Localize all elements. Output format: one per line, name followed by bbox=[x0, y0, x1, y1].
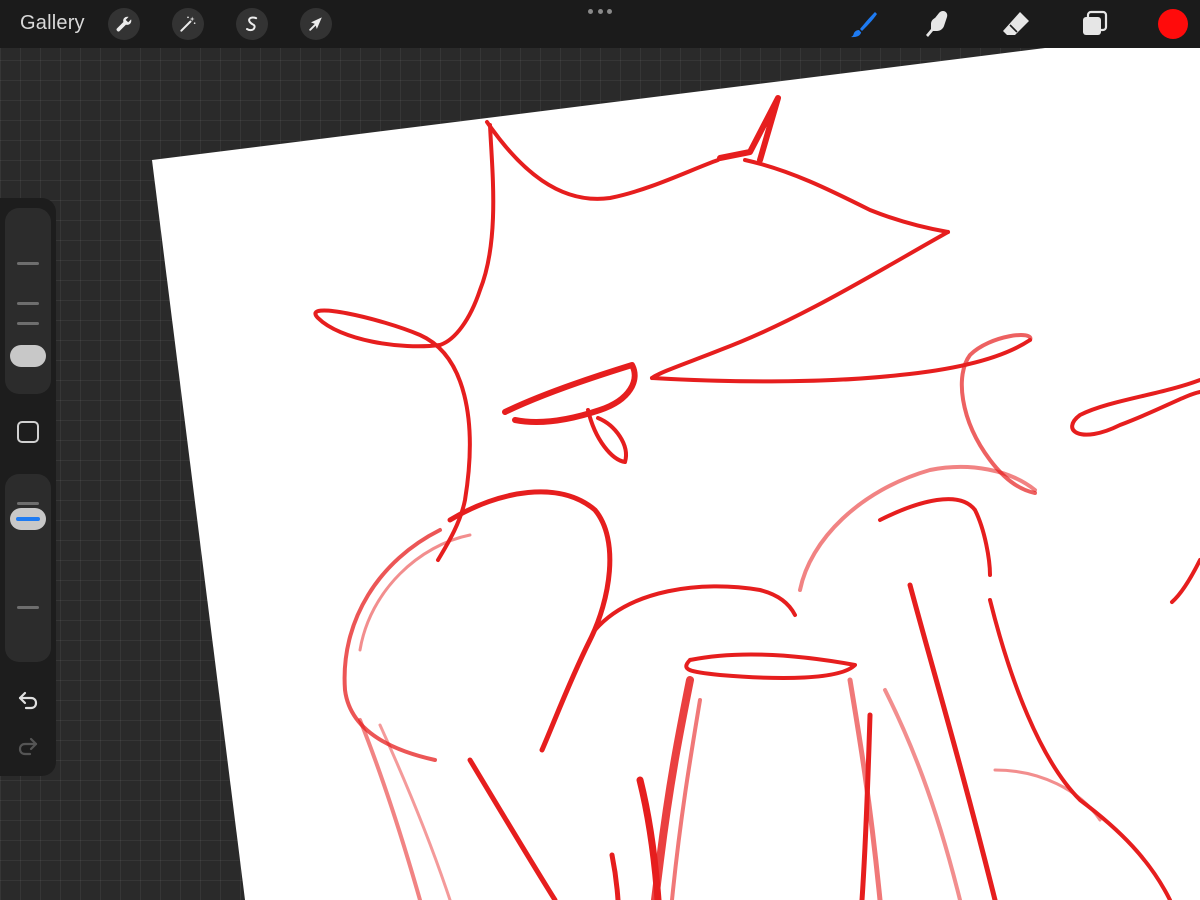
slider-tick bbox=[17, 606, 39, 609]
more-options-handle[interactable] bbox=[588, 9, 612, 15]
layers-icon bbox=[1083, 10, 1108, 35]
arrow-cursor-icon bbox=[309, 17, 322, 31]
sidebar bbox=[0, 198, 56, 776]
selection-button[interactable] bbox=[236, 8, 268, 40]
eraser-tool-button[interactable] bbox=[998, 6, 1034, 42]
drawing-canvas[interactable] bbox=[0, 0, 1200, 900]
opacity-thumb[interactable] bbox=[10, 508, 46, 530]
slider-tick bbox=[17, 502, 39, 505]
magic-wand-icon bbox=[180, 16, 196, 32]
paintbrush-icon bbox=[851, 12, 877, 38]
undo-icon bbox=[18, 691, 38, 710]
redo-button[interactable] bbox=[16, 734, 40, 758]
slider-tick bbox=[17, 322, 39, 325]
brush-size-slider[interactable] bbox=[5, 208, 51, 394]
gallery-button[interactable]: Gallery bbox=[20, 12, 85, 35]
color-picker-button[interactable] bbox=[1158, 9, 1188, 39]
layers-button[interactable] bbox=[1076, 6, 1112, 42]
s-curve-icon bbox=[246, 16, 258, 32]
dot bbox=[607, 9, 612, 14]
opacity-slider[interactable] bbox=[5, 474, 51, 662]
wrench-icon bbox=[116, 16, 132, 32]
top-toolbar: Gallery bbox=[0, 0, 1200, 48]
redo-icon bbox=[18, 737, 38, 756]
modify-button[interactable] bbox=[16, 420, 40, 444]
transform-button[interactable] bbox=[300, 8, 332, 40]
dot bbox=[597, 9, 603, 14]
slider-tick bbox=[17, 302, 39, 305]
adjustments-button[interactable] bbox=[172, 8, 204, 40]
smudge-finger-icon bbox=[926, 11, 948, 37]
square-icon bbox=[17, 421, 39, 443]
actions-button[interactable] bbox=[108, 8, 140, 40]
slider-tick bbox=[17, 262, 39, 265]
smudge-tool-button[interactable] bbox=[920, 6, 956, 42]
brush-size-thumb[interactable] bbox=[10, 345, 46, 367]
dot bbox=[588, 9, 593, 14]
brush-tool-button[interactable] bbox=[846, 6, 882, 42]
opacity-thumb-indicator bbox=[16, 517, 40, 521]
eraser-icon bbox=[1003, 12, 1029, 35]
undo-button[interactable] bbox=[16, 688, 40, 712]
